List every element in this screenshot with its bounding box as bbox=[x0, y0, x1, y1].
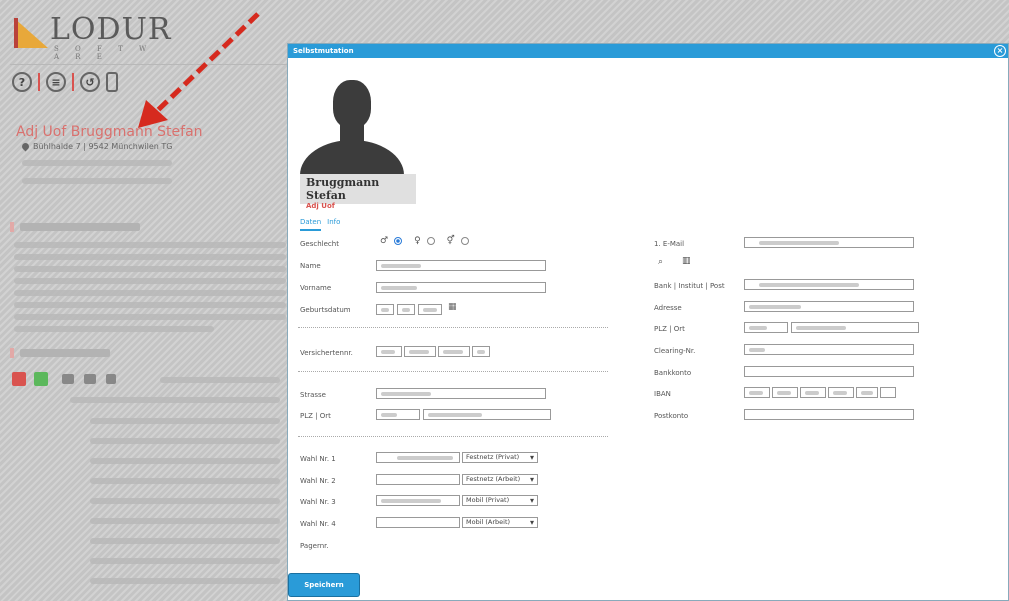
ahv-part4-input[interactable] bbox=[472, 346, 490, 357]
phone-2-type-select[interactable]: Festnetz (Arbeit) bbox=[462, 474, 538, 485]
mobile-icon[interactable] bbox=[106, 72, 118, 92]
phone-1-type-select[interactable]: Festnetz (Privat) bbox=[462, 452, 538, 463]
help-icon[interactable]: ? bbox=[12, 72, 32, 92]
bankkonto-label: Bankkonto bbox=[654, 369, 692, 377]
phone-2-input[interactable] bbox=[376, 474, 460, 485]
calendar-icon[interactable]: ▦ bbox=[448, 302, 457, 312]
postkonto-label: Postkonto bbox=[654, 412, 689, 420]
dialog-header: Selbstmutation × bbox=[288, 44, 1008, 58]
close-icon[interactable]: × bbox=[994, 45, 1006, 57]
bank-adresse-input[interactable] bbox=[744, 301, 914, 312]
background-person-name: Adj Uof Bruggmann Stefan bbox=[16, 124, 203, 140]
bank-ort-input[interactable] bbox=[791, 322, 919, 333]
list-icon[interactable]: ≡ bbox=[46, 72, 66, 92]
profile-nametag: Bruggmann Stefan Adj Uof bbox=[300, 174, 416, 210]
iban-part3-input[interactable] bbox=[800, 387, 826, 398]
email-label: 1. E-Mail bbox=[654, 240, 685, 248]
birth-month-input[interactable] bbox=[397, 304, 415, 315]
gender-label: Geschlecht bbox=[300, 240, 339, 248]
pagernr-label: Pagernr. bbox=[300, 542, 329, 550]
phone-1-label: Wahl Nr. 1 bbox=[300, 455, 336, 463]
ahv-part1-input[interactable] bbox=[376, 346, 402, 357]
female-symbol-icon: ♀ bbox=[414, 236, 421, 246]
red-arrow-annotation bbox=[138, 12, 260, 128]
geburtsdatum-label: Geburtsdatum bbox=[300, 306, 351, 314]
versichertennr-label: Versichertennr. bbox=[300, 349, 353, 357]
name-label: Name bbox=[300, 262, 321, 270]
birth-day-input[interactable] bbox=[376, 304, 394, 315]
phone-4-label: Wahl Nr. 4 bbox=[300, 520, 336, 528]
bankkonto-input[interactable] bbox=[744, 366, 914, 377]
bank-input[interactable] bbox=[744, 279, 914, 290]
save-button[interactable]: Speichern bbox=[289, 574, 359, 596]
gender-male-radio[interactable] bbox=[394, 237, 403, 245]
plz-ort-label: PLZ | Ort bbox=[300, 412, 331, 420]
clearing-label: Clearing-Nr. bbox=[654, 347, 696, 355]
blurred-contact bbox=[22, 160, 172, 166]
tab-info[interactable]: Info bbox=[327, 218, 340, 231]
plz-input[interactable] bbox=[376, 409, 420, 420]
gender-other-radio[interactable] bbox=[460, 237, 469, 245]
phone-4-input[interactable] bbox=[376, 517, 460, 528]
strasse-label: Strasse bbox=[300, 391, 326, 399]
phone-3-type-select[interactable]: Mobil (Privat) bbox=[462, 495, 538, 506]
tab-daten[interactable]: Daten bbox=[300, 218, 322, 231]
iban-part4-input[interactable] bbox=[828, 387, 854, 398]
strasse-input[interactable] bbox=[376, 388, 546, 399]
bank-label: Bank | Institut | Post bbox=[654, 282, 725, 290]
location-pin-icon bbox=[20, 141, 31, 152]
bank-plz-input[interactable] bbox=[744, 322, 788, 333]
iban-part2-input[interactable] bbox=[772, 387, 798, 398]
phone-3-label: Wahl Nr. 3 bbox=[300, 498, 336, 506]
profile-name: Bruggmann Stefan bbox=[306, 176, 380, 202]
search-icon[interactable]: ⌕ bbox=[658, 257, 663, 267]
phone-3-input[interactable] bbox=[376, 495, 460, 506]
clearing-input[interactable] bbox=[744, 344, 914, 355]
bank-plz-ort-label: PLZ | Ort bbox=[654, 325, 685, 333]
male-symbol-icon: ♂ bbox=[380, 236, 389, 246]
vorname-input[interactable] bbox=[376, 282, 546, 293]
dialog-tabs: Daten Info bbox=[300, 218, 340, 231]
self-mutation-dialog: Selbstmutation × Bruggmann Stefan Adj Uo… bbox=[287, 43, 1009, 601]
ort-input[interactable] bbox=[423, 409, 551, 420]
dialog-title: Selbstmutation bbox=[293, 47, 354, 55]
vorname-label: Vorname bbox=[300, 284, 332, 292]
phone-2-label: Wahl Nr. 2 bbox=[300, 477, 336, 485]
phone-4-type-select[interactable]: Mobil (Arbeit) bbox=[462, 517, 538, 528]
email-input[interactable] bbox=[744, 237, 914, 248]
background-toolbar: ? ≡ ↺ bbox=[12, 72, 118, 92]
iban-part5-input[interactable] bbox=[856, 387, 878, 398]
adresse-label: Adresse bbox=[654, 304, 682, 312]
postkonto-input[interactable] bbox=[744, 409, 914, 420]
iban-label: IBAN bbox=[654, 390, 671, 398]
name-input[interactable] bbox=[376, 260, 546, 271]
background-address: Bühlhalde 7 | 9542 Münchwilen TG bbox=[20, 141, 172, 152]
profile-avatar bbox=[300, 68, 404, 183]
trash-icon[interactable]: ▥ bbox=[682, 256, 691, 266]
profile-rank: Adj Uof bbox=[306, 202, 335, 210]
ahv-part3-input[interactable] bbox=[438, 346, 470, 357]
blurred-contact bbox=[22, 178, 172, 184]
gender-female-radio[interactable] bbox=[426, 237, 435, 245]
history-icon[interactable]: ↺ bbox=[80, 72, 100, 92]
iban-part1-input[interactable] bbox=[744, 387, 770, 398]
ahv-part2-input[interactable] bbox=[404, 346, 436, 357]
background-page: LODUR S O F T W A R E ? ≡ ↺ Adj Uof Brug… bbox=[0, 0, 290, 601]
phone-1-input[interactable] bbox=[376, 452, 460, 463]
birth-year-input[interactable] bbox=[418, 304, 442, 315]
gender-radio-group: ♂ ♀ ⚥ bbox=[380, 236, 469, 246]
other-symbol-icon: ⚥ bbox=[446, 236, 455, 246]
iban-part6-input[interactable] bbox=[880, 387, 896, 398]
